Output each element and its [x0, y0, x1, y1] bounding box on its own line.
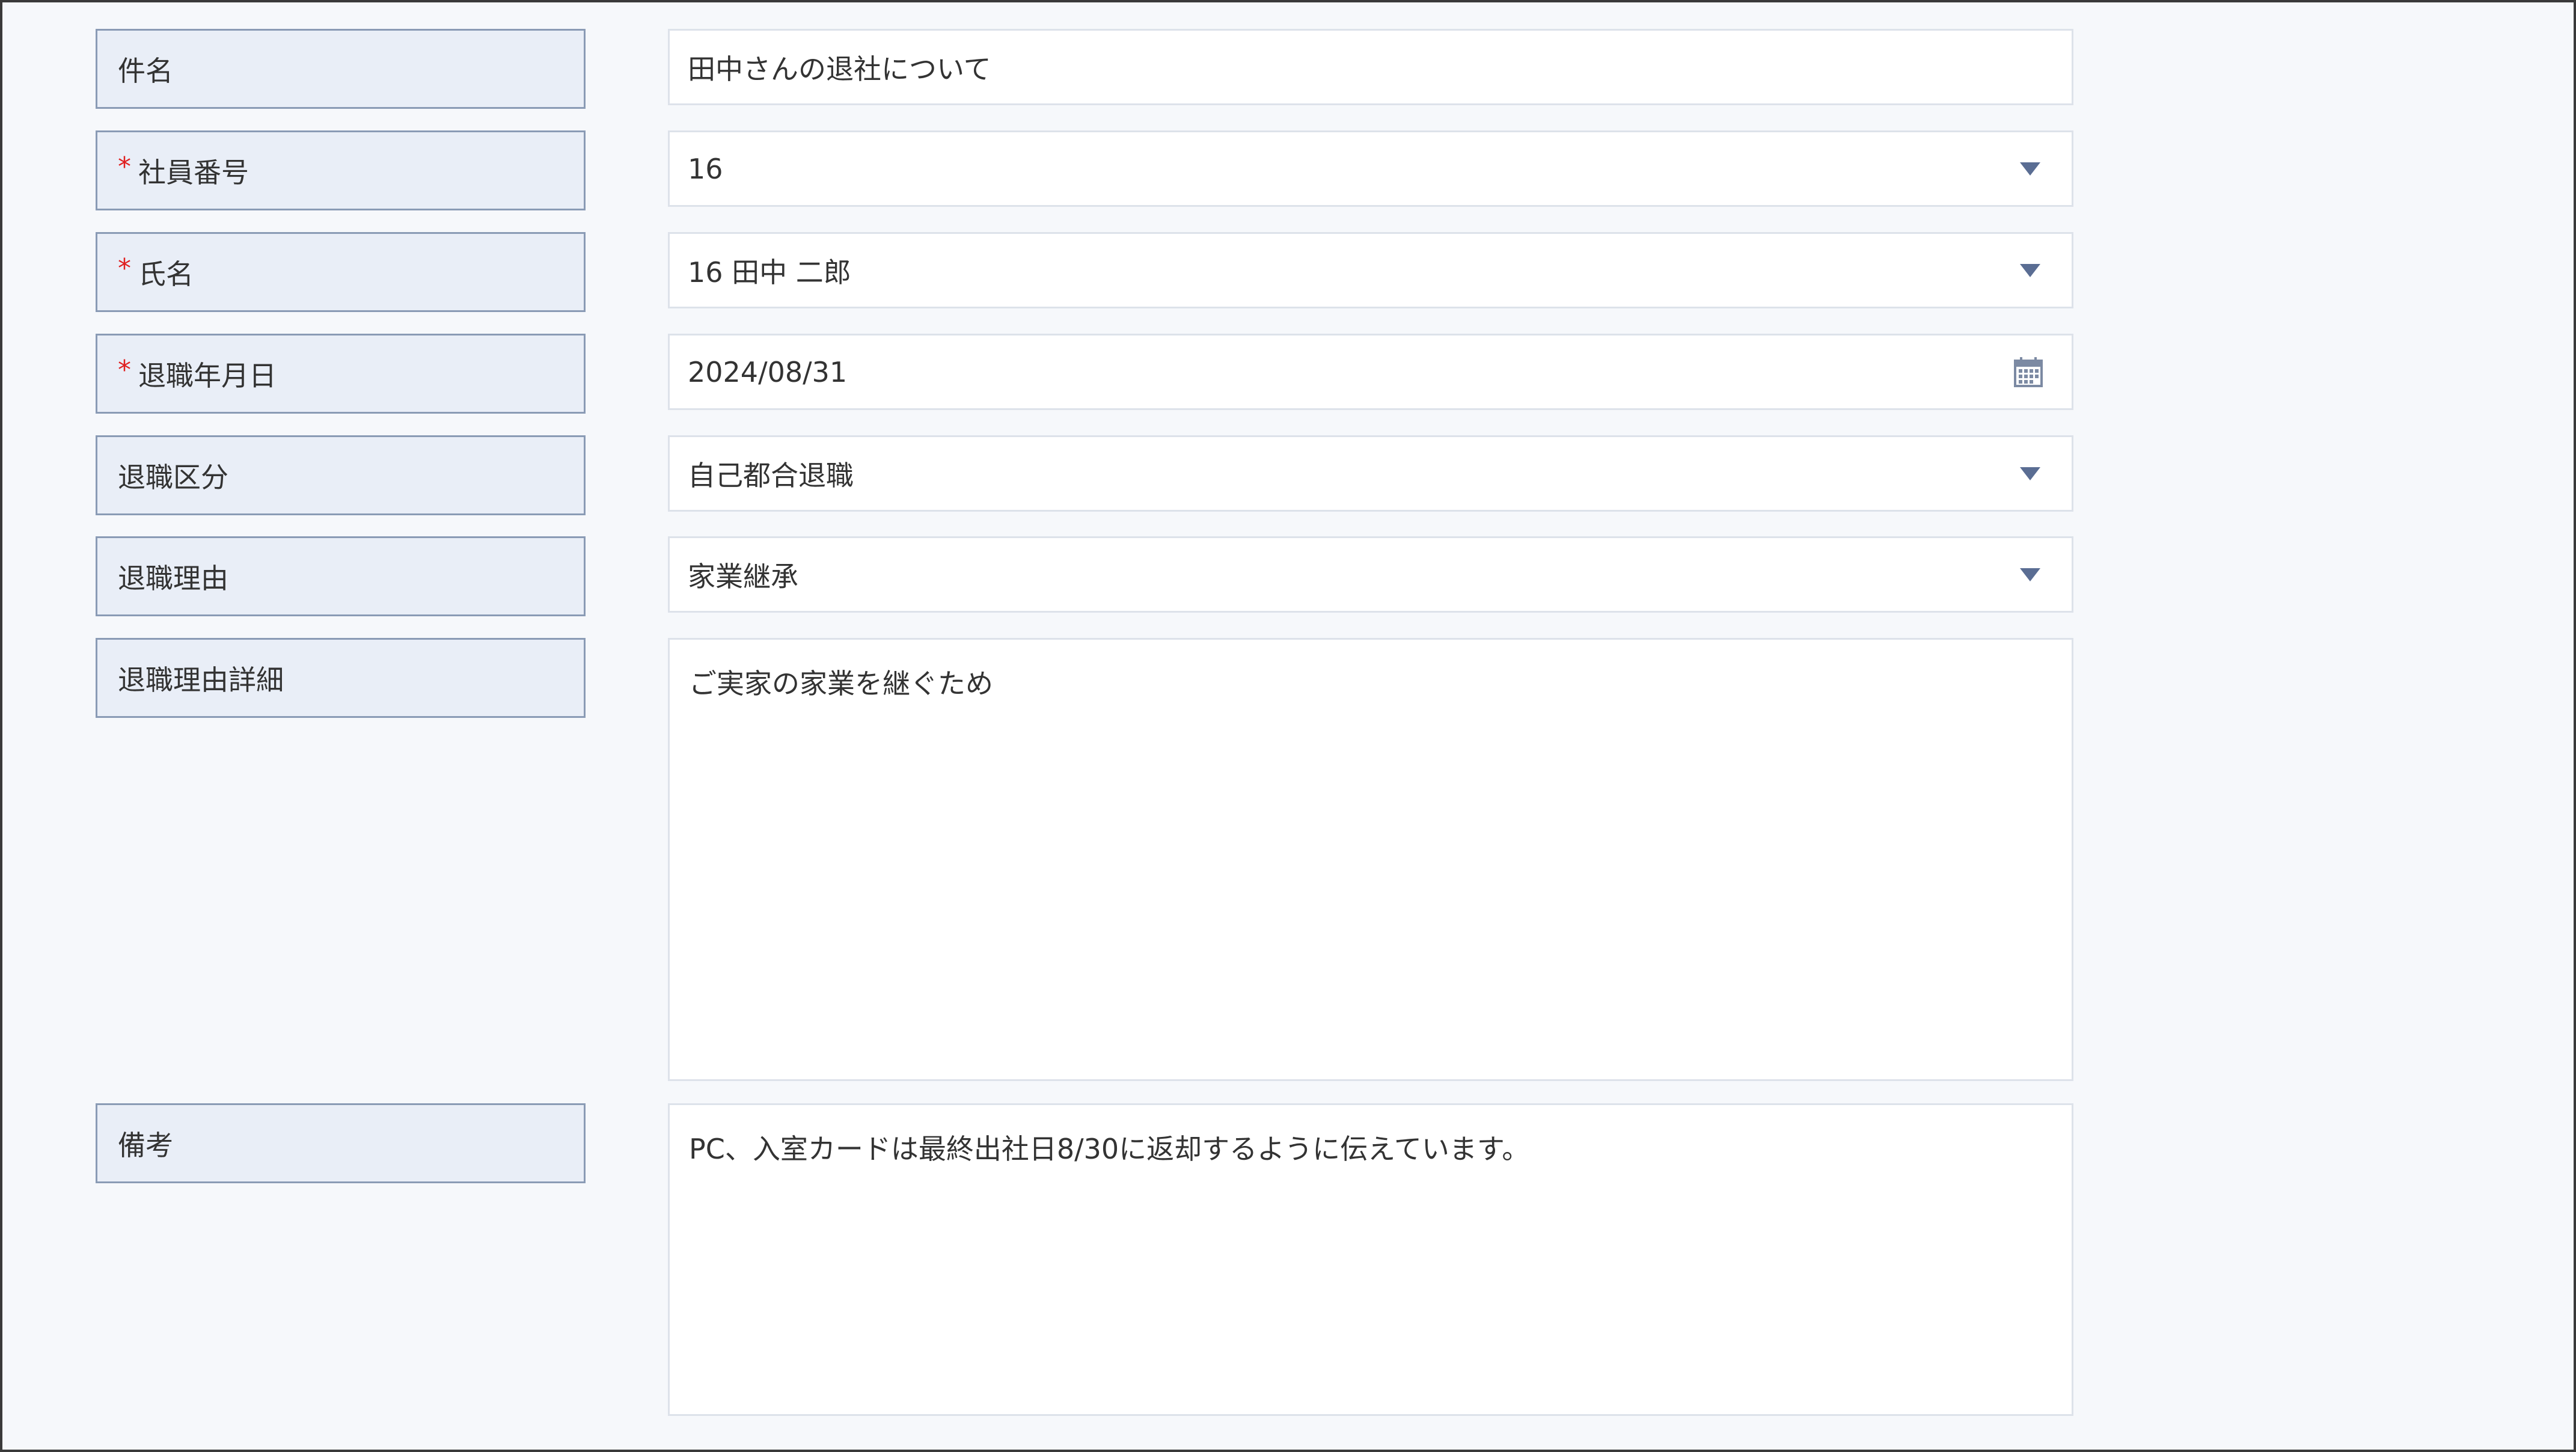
required-mark: * [118, 253, 131, 284]
retirement-reason-detail-label-text: 退職理由詳細 [118, 663, 284, 696]
retirement-type-select[interactable]: 自己都合退職 [668, 435, 2073, 512]
retirement-date-input[interactable]: 2024/08/31 [668, 334, 2073, 410]
name-label-text: 氏名 [138, 257, 194, 290]
name-label: * 氏名 [96, 232, 586, 312]
calendar-icon[interactable] [2014, 357, 2043, 387]
retirement-type-label: 退職区分 [96, 435, 586, 515]
retirement-reason-label: 退職理由 [96, 536, 586, 616]
chevron-down-icon[interactable] [2020, 162, 2040, 176]
retirement-type-value: 自己都合退職 [688, 459, 854, 492]
retirement-reason-detail-textarea[interactable]: ご実家の家業を継ぐため [668, 638, 2073, 1081]
retirement-reason-select[interactable]: 家業継承 [668, 536, 2073, 613]
retirement-reason-value: 家業継承 [688, 560, 798, 593]
subject-label-text: 件名 [118, 54, 173, 87]
retirement-date-value: 2024/08/31 [688, 355, 848, 388]
subject-input[interactable]: 田中さんの退社について [668, 29, 2073, 105]
retirement-reason-label-text: 退職理由 [118, 562, 228, 595]
employee-number-label-text: 社員番号 [138, 156, 249, 189]
employee-number-select[interactable]: 16 [668, 130, 2073, 207]
retirement-date-label-text: 退職年月日 [138, 359, 277, 392]
remarks-label: 備考 [96, 1103, 586, 1183]
retirement-reason-detail-value: ご実家の家業を継ぐため [689, 667, 993, 700]
required-mark: * [118, 152, 131, 182]
subject-value: 田中さんの退社について [688, 52, 991, 85]
remarks-textarea[interactable]: PC、入室カードは最終出社日8/30に返却するように伝えています。 [668, 1103, 2073, 1416]
chevron-down-icon[interactable] [2020, 568, 2040, 581]
remarks-value: PC、入室カードは最終出社日8/30に返却するように伝えています。 [689, 1133, 1530, 1165]
employee-number-value: 16 [688, 152, 723, 185]
retirement-type-label-text: 退職区分 [118, 461, 228, 494]
subject-label: 件名 [96, 29, 586, 109]
remarks-label-text: 備考 [118, 1129, 173, 1162]
retirement-reason-detail-label: 退職理由詳細 [96, 638, 586, 718]
name-value: 16 田中 二郎 [688, 256, 851, 289]
form-panel: 件名 田中さんの退社について * 社員番号 16 * 氏名 16 田中 二郎 *… [0, 0, 2576, 1452]
required-mark: * [118, 355, 131, 385]
name-select[interactable]: 16 田中 二郎 [668, 232, 2073, 308]
chevron-down-icon[interactable] [2020, 263, 2040, 277]
chevron-down-icon[interactable] [2020, 467, 2040, 480]
retirement-date-label: * 退職年月日 [96, 334, 586, 414]
employee-number-label: * 社員番号 [96, 130, 586, 210]
